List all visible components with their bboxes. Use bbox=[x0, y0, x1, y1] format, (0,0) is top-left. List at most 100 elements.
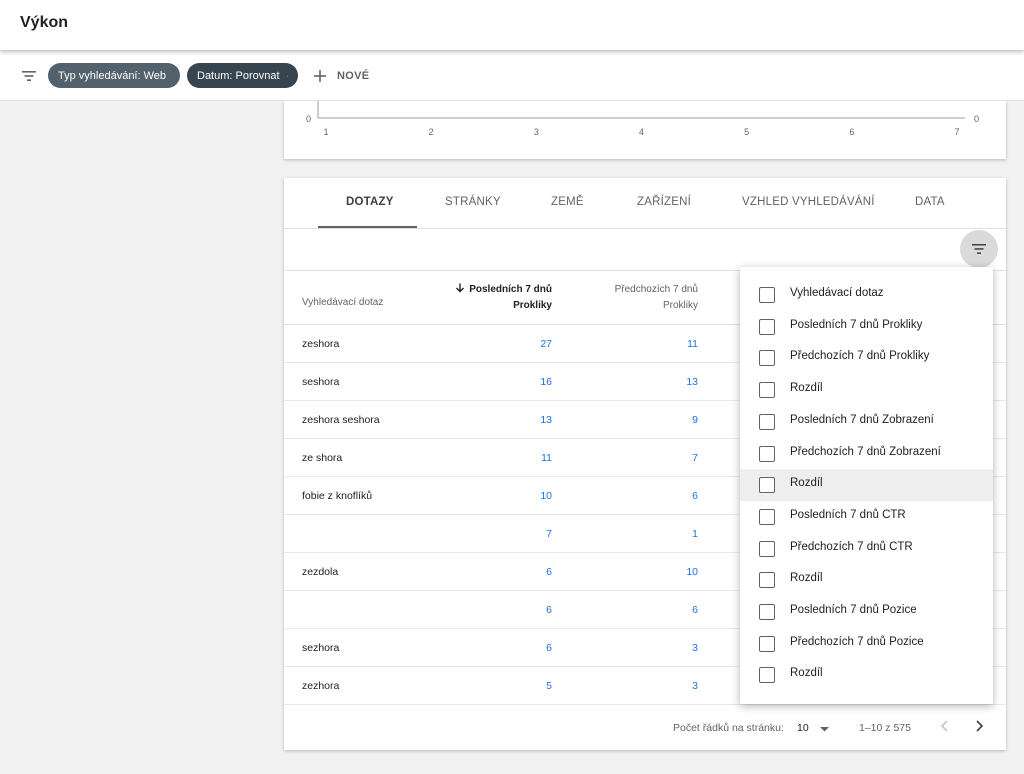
column-menu-item-label: Rozdíl bbox=[790, 667, 823, 680]
checkbox[interactable] bbox=[759, 635, 775, 652]
checkbox[interactable] bbox=[759, 287, 775, 303]
x-tick-label: 2 bbox=[429, 127, 434, 137]
column-menu-item-label: Předchozích 7 dnů Zobrazení bbox=[790, 445, 941, 458]
checkbox[interactable] bbox=[759, 667, 775, 684]
cell-prev7-clicks: 3 bbox=[692, 680, 698, 692]
plus-icon bbox=[314, 70, 326, 82]
cell-last7-clicks: 10 bbox=[540, 490, 552, 502]
column-menu-item-label: Posledních 7 dnů Zobrazení bbox=[790, 413, 934, 426]
column-menu-item[interactable]: Posledních 7 dnů Pozice bbox=[740, 596, 993, 628]
cell-prev7-clicks: 6 bbox=[692, 490, 698, 502]
column-menu-item-label: Posledních 7 dnů Pozice bbox=[790, 604, 917, 616]
cell-prev7-clicks: 6 bbox=[692, 604, 698, 616]
filter-icon[interactable] bbox=[19, 66, 39, 86]
new-filter-label: NOVÉ bbox=[337, 70, 370, 82]
cell-query: ze shora bbox=[302, 452, 343, 464]
filter-icon bbox=[972, 244, 986, 254]
filter-chip-date[interactable]: Datum: Porovnat bbox=[187, 63, 298, 88]
chart-svg: 0 0 1 2 3 4 5 6 7 bbox=[306, 101, 979, 137]
tab-pages[interactable]: STRÁNKY bbox=[445, 196, 501, 208]
checkbox[interactable] bbox=[759, 508, 775, 525]
x-tick-label: 1 bbox=[323, 127, 328, 137]
column-menu-item-label: Předchozích 7 dnů Pozice bbox=[790, 635, 924, 648]
column-menu-item[interactable]: Rozdíl bbox=[740, 564, 993, 596]
filter-chip-search-type[interactable]: Typ vyhledávání: Web bbox=[48, 63, 180, 88]
tab-countries[interactable]: ZEMĚ bbox=[551, 196, 584, 208]
column-menu-item[interactable]: Posledních 7 dnů Zobrazení bbox=[740, 406, 993, 438]
cell-query: sezhora bbox=[302, 642, 340, 654]
column-menu-item[interactable]: Předchozích 7 dnů Zobrazení bbox=[740, 438, 993, 470]
edit-icon bbox=[286, 74, 288, 77]
cell-query: zeshora bbox=[302, 338, 340, 350]
x-tick-label: 4 bbox=[639, 127, 644, 137]
checkbox[interactable] bbox=[759, 572, 775, 589]
cell-prev7-clicks: 9 bbox=[692, 414, 698, 426]
column-header-line2: Prokliky bbox=[513, 300, 552, 311]
filter-bar: Typ vyhledávání: Web Datum: Porovnat NOV… bbox=[0, 50, 1024, 101]
cell-prev7-clicks: 11 bbox=[687, 338, 698, 350]
tab-queries[interactable]: DOTAZY bbox=[346, 196, 394, 208]
column-header-line2: Prokliky bbox=[662, 300, 698, 311]
rows-per-page-select[interactable]: 10 bbox=[797, 722, 809, 734]
checkbox[interactable] bbox=[759, 445, 775, 462]
column-menu-item[interactable]: Předchozích 7 dnů Prokliky bbox=[740, 342, 993, 374]
cell-prev7-clicks: 1 bbox=[692, 528, 698, 540]
arrow-down-icon bbox=[456, 283, 465, 293]
checkbox[interactable] bbox=[759, 604, 775, 620]
cell-last7-clicks: 6 bbox=[546, 566, 552, 578]
chevron-left-icon[interactable] bbox=[937, 718, 953, 734]
cell-prev7-clicks: 10 bbox=[686, 566, 698, 578]
column-menu-item[interactable]: Vyhledávací dotaz bbox=[740, 279, 993, 311]
cell-query: zeshora seshora bbox=[302, 414, 380, 426]
cell-last7-clicks: 13 bbox=[540, 414, 552, 426]
column-menu-item-label: Vyhledávací dotaz bbox=[790, 287, 884, 299]
x-tick-label: 6 bbox=[849, 127, 854, 137]
column-menu-item[interactable]: Posledních 7 dnů CTR bbox=[740, 501, 993, 533]
column-menu-item-label: Rozdíl bbox=[790, 477, 823, 490]
x-tick-label: 3 bbox=[534, 127, 539, 137]
page-title: Výkon bbox=[20, 14, 69, 31]
top-app-bar: Výkon bbox=[0, 0, 1024, 50]
tab-dates[interactable]: DATA bbox=[915, 196, 945, 208]
cell-prev7-clicks: 3 bbox=[692, 642, 698, 654]
table-filter-button[interactable] bbox=[960, 230, 998, 268]
y-left-tick-label: 0 bbox=[306, 114, 311, 124]
cell-query: zezdola bbox=[302, 566, 339, 578]
column-menu-item[interactable]: Rozdíl bbox=[740, 659, 993, 691]
table-tabs: DOTAZY STRÁNKY ZEMĚ ZAŘÍZENÍ VZHLED VYHL… bbox=[284, 178, 1006, 229]
column-menu-item[interactable]: Předchozích 7 dnů CTR bbox=[740, 533, 993, 565]
cell-last7-clicks: 6 bbox=[546, 642, 552, 654]
column-header-query[interactable]: Vyhledávací dotaz bbox=[302, 297, 383, 308]
checkbox[interactable] bbox=[759, 318, 775, 335]
chevron-right-icon[interactable] bbox=[971, 718, 987, 734]
checkbox[interactable] bbox=[759, 382, 775, 399]
cell-prev7-clicks: 13 bbox=[686, 376, 698, 388]
y-right-tick-label: 0 bbox=[974, 114, 979, 124]
checkbox[interactable] bbox=[759, 540, 775, 557]
cell-last7-clicks: 27 bbox=[540, 338, 552, 350]
checkbox[interactable] bbox=[759, 350, 775, 367]
pagination: Počet řádků na stránku: 10 1–10 z 575 bbox=[284, 706, 1006, 750]
column-menu-item[interactable]: Předchozích 7 dnů Pozice bbox=[740, 628, 993, 660]
cell-last7-clicks: 7 bbox=[546, 528, 552, 540]
page-range: 1–10 z 575 bbox=[859, 722, 911, 734]
cell-query: fobie z knoflíků bbox=[302, 490, 373, 502]
column-header-last7-clicks[interactable]: Posledních 7 dnů Prokliky bbox=[455, 282, 552, 314]
checkbox[interactable] bbox=[759, 413, 775, 430]
column-header-prev7-clicks[interactable]: Předchozích 7 dnů Prokliky bbox=[615, 282, 698, 314]
caret-down-icon[interactable] bbox=[819, 725, 830, 733]
column-header-line1: Předchozích 7 dnů bbox=[614, 284, 698, 295]
tab-devices[interactable]: ZAŘÍZENÍ bbox=[637, 196, 691, 208]
cell-query: seshora bbox=[302, 376, 340, 388]
filter-chip-label: Datum: Porovnat bbox=[197, 69, 280, 82]
column-menu-item-label: Rozdíl bbox=[790, 382, 823, 395]
column-menu-item[interactable]: Posledních 7 dnů Prokliky bbox=[740, 311, 993, 343]
column-selector-menu: Vyhledávací dotaz Posledních 7 dnů Prokli… bbox=[740, 267, 993, 704]
checkbox[interactable] bbox=[759, 477, 775, 494]
column-menu-item-label: Předchozích 7 dnů Prokliky bbox=[790, 350, 930, 363]
column-menu-item[interactable]: Rozdíl bbox=[740, 469, 993, 501]
new-filter-button[interactable]: NOVÉ bbox=[312, 66, 369, 86]
cell-prev7-clicks: 7 bbox=[692, 452, 698, 464]
tab-search-appearance[interactable]: VZHLED VYHLEDÁVÁNÍ bbox=[742, 196, 875, 208]
column-menu-item[interactable]: Rozdíl bbox=[740, 374, 993, 406]
